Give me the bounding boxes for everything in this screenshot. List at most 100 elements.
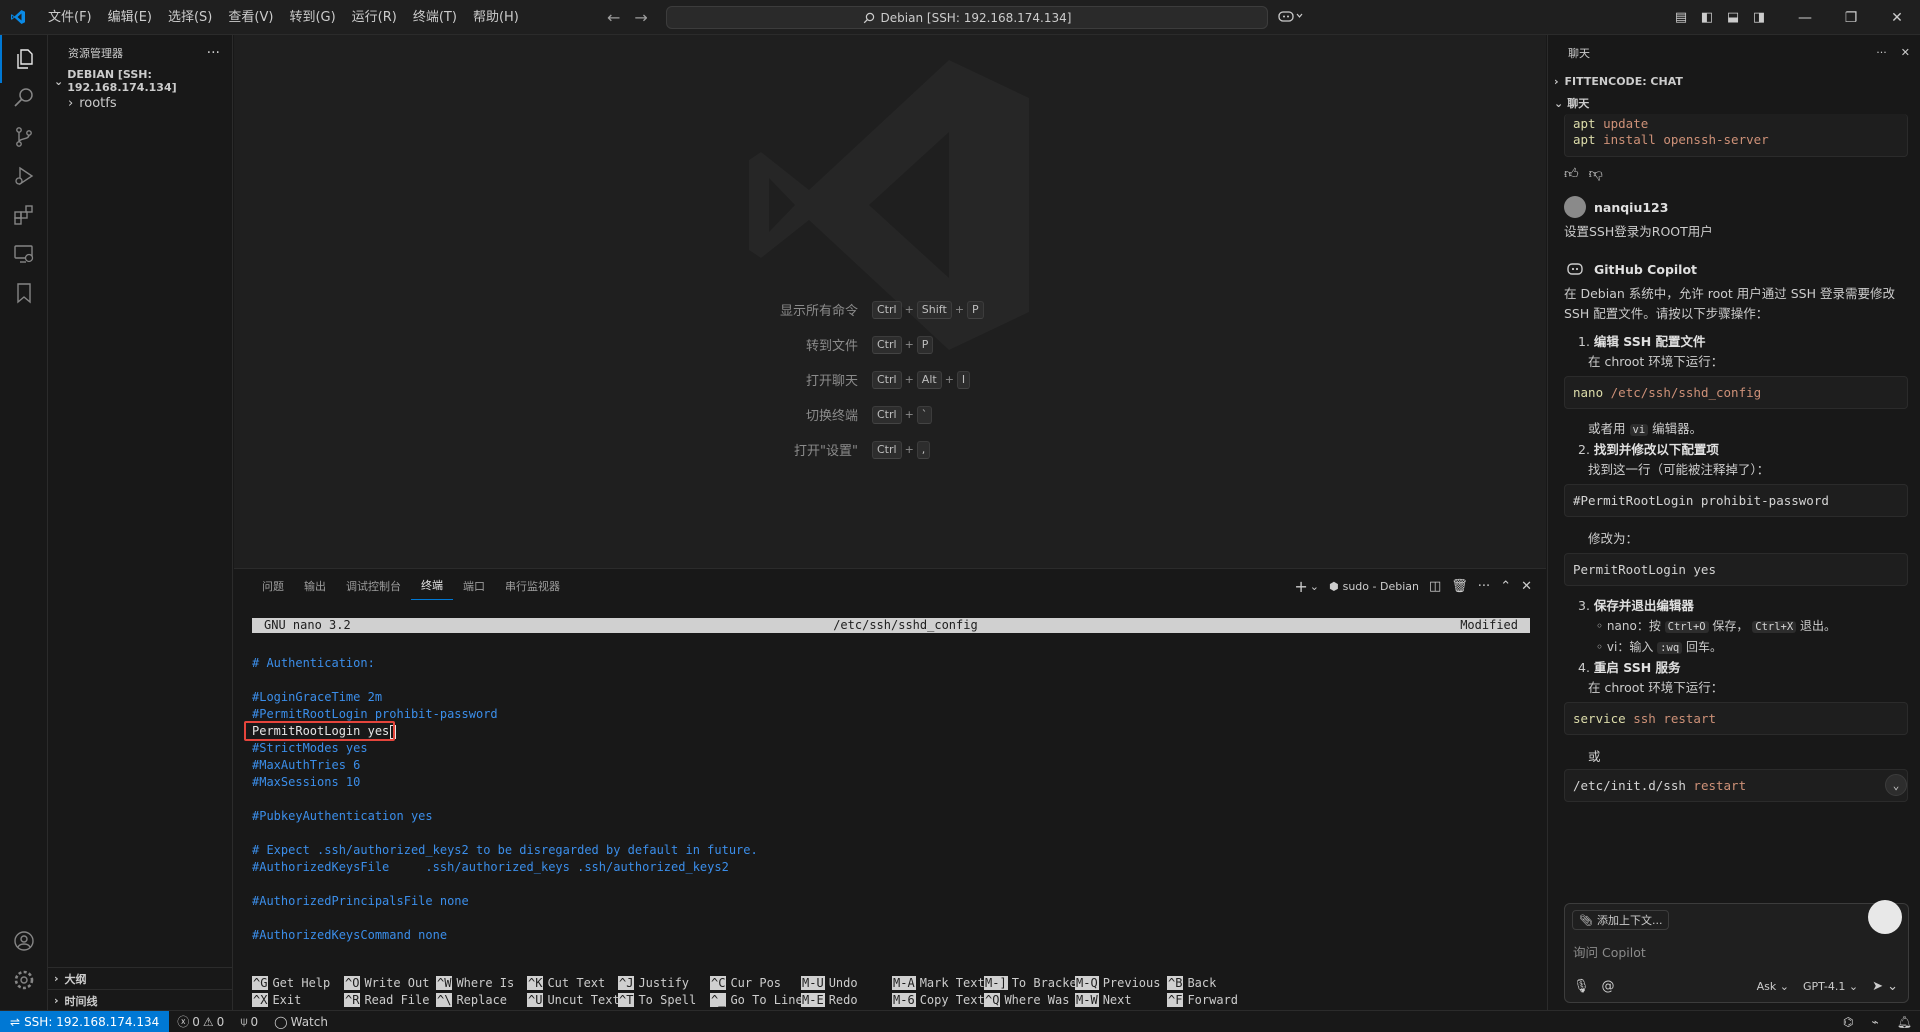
- bot-name: GitHub Copilot: [1594, 261, 1698, 277]
- nano-help-column: ^C Cur Pos ^_ Go To Line: [710, 975, 803, 1009]
- menu-selection[interactable]: 选择(S): [160, 0, 220, 35]
- close-window-icon[interactable]: ✕: [1874, 10, 1920, 26]
- workspace-root[interactable]: ⌄ DEBIAN [SSH: 192.168.174.134]: [48, 68, 232, 94]
- mention-icon[interactable]: @: [1602, 979, 1615, 994]
- nano-shortcut: ^T To Spell: [618, 992, 696, 1009]
- customize-layout-icon[interactable]: ▤: [1668, 10, 1694, 25]
- outline-section[interactable]: › 大纲: [48, 967, 233, 989]
- more-actions-icon[interactable]: ···: [1876, 46, 1887, 59]
- nano-key: ^Q: [984, 993, 1001, 1007]
- scroll-down-icon[interactable]: ⌄: [1885, 774, 1907, 796]
- bell-icon[interactable]: 🔔︎: [1897, 1015, 1912, 1029]
- timeline-section[interactable]: › 时间线: [48, 989, 233, 1011]
- toggle-secondary-sidebar-icon[interactable]: ◨: [1746, 10, 1772, 25]
- mode-picker[interactable]: Ask ⌄: [1757, 980, 1789, 993]
- watch-indicator[interactable]: ◯ Watch: [266, 1015, 336, 1029]
- thumbs-up-icon[interactable]: 👍︎: [1564, 165, 1579, 182]
- avatar: [1564, 196, 1586, 218]
- more-actions-icon[interactable]: ···: [1478, 579, 1490, 594]
- new-terminal-icon[interactable]: +: [1294, 577, 1307, 596]
- broadcast-icon[interactable]: ⌁: [1872, 1015, 1879, 1029]
- shortcut-open-settings: 打开"设置" Ctrl + ,: [234, 440, 1546, 459]
- forward-arrow-icon[interactable]: →: [634, 8, 647, 27]
- model-picker[interactable]: GPT-4.1 ⌄: [1803, 980, 1858, 993]
- code-block: apt update apt install openssh-server: [1564, 114, 1908, 157]
- workspace-root-label: DEBIAN [SSH: 192.168.174.134]: [67, 68, 177, 94]
- step-2: 2. 找到并修改以下配置项 找到这一行（可能被注释掉了）：: [1564, 440, 1908, 480]
- menu-run[interactable]: 运行(R): [344, 0, 405, 35]
- tree-item-rootfs[interactable]: › rootfs: [48, 92, 232, 114]
- problems-indicator[interactable]: ⓧ 0 ⚠ 0: [169, 1013, 232, 1030]
- fittencode-section[interactable]: › FITTENCODE: CHAT: [1548, 70, 1920, 92]
- menu-view[interactable]: 查看(V): [220, 0, 281, 35]
- nano-action: Get Help: [272, 976, 331, 990]
- add-context-button[interactable]: 📎︎ 添加上下文...: [1572, 910, 1670, 930]
- inline-code: Ctrl+X: [1752, 621, 1797, 633]
- nano-key: ^G: [252, 976, 269, 990]
- inline-code: vi: [1629, 424, 1649, 436]
- ports-indicator[interactable]: ⍦ 0: [232, 1014, 266, 1029]
- tab-serial-monitor[interactable]: 串行监视器: [495, 569, 570, 604]
- tab-debug-console[interactable]: 调试控制台: [336, 569, 411, 604]
- back-arrow-icon[interactable]: ←: [607, 8, 620, 27]
- inline-code: :wq: [1657, 642, 1683, 654]
- menu-help[interactable]: 帮助(H): [465, 0, 527, 35]
- chat-messages: apt update apt install openssh-server 👍︎…: [1564, 114, 1908, 802]
- menu-edit[interactable]: 编辑(E): [100, 0, 160, 35]
- menu-go[interactable]: 转到(G): [281, 0, 343, 35]
- nano-shortcut: ^K Cut Text: [527, 975, 620, 992]
- nano-key: ^\: [436, 993, 453, 1007]
- error-icon: ⓧ: [177, 1015, 190, 1029]
- remote-indicator[interactable]: ⇌ SSH: 192.168.174.134: [0, 1010, 170, 1032]
- nano-action: Where Is: [456, 976, 515, 990]
- terminal-icon: ⬢: [1328, 580, 1339, 593]
- nano-shortcut: M-6 Copy Text: [892, 992, 985, 1009]
- menu-terminal[interactable]: 终端(T): [405, 0, 465, 35]
- nano-status: Modified: [1460, 618, 1518, 632]
- thumbs-down-icon[interactable]: 👎︎: [1589, 165, 1603, 182]
- tab-ports[interactable]: 端口: [453, 569, 495, 604]
- maximize-panel-icon[interactable]: ⌃: [1500, 579, 1511, 594]
- code-block: /etc/init.d/ssh restart ⌄: [1564, 769, 1908, 802]
- chat-input-box[interactable]: 📎︎ 添加上下文... 询问 Copilot 🎙︎ @ Ask ⌄ GPT-4.…: [1564, 900, 1909, 1003]
- step-title: 找到并修改以下配置项: [1593, 442, 1719, 457]
- bookmark-icon[interactable]: [0, 269, 48, 317]
- copilot-menu-icon[interactable]: [1278, 9, 1304, 27]
- more-actions-icon[interactable]: ···: [207, 45, 220, 61]
- nano-shortcut: M-A Mark Text: [892, 975, 985, 992]
- chevron-down-icon[interactable]: ⌄: [1310, 580, 1319, 593]
- chat-section[interactable]: ⌄ 聊天: [1548, 92, 1920, 114]
- send-icon[interactable]: ➤ ⌄: [1872, 979, 1898, 994]
- outline-label: 大纲: [64, 972, 87, 986]
- settings-gear-icon[interactable]: [0, 956, 48, 1004]
- step-sub: 在 chroot 环境下运行：: [1588, 680, 1724, 695]
- close-icon[interactable]: ✕: [1901, 46, 1910, 59]
- code-arg: update: [1603, 116, 1649, 131]
- split-terminal-icon[interactable]: ◫: [1429, 579, 1441, 594]
- close-panel-icon[interactable]: ✕: [1521, 579, 1532, 594]
- restore-icon[interactable]: ❐: [1828, 10, 1874, 26]
- toggle-primary-sidebar-icon[interactable]: ◧: [1694, 10, 1720, 25]
- microphone-icon[interactable]: 🎙︎: [1573, 979, 1590, 994]
- menu-file[interactable]: 文件(F): [40, 0, 100, 35]
- code-arg: restart: [1693, 778, 1747, 793]
- tab-output[interactable]: 输出: [294, 569, 336, 604]
- key-cap: P: [916, 335, 934, 354]
- terminal-view[interactable]: GNU nano 3.2 /etc/ssh/sshd_config Modifi…: [244, 618, 1530, 944]
- terminal-instance[interactable]: ⬢ sudo - Debian: [1329, 580, 1419, 593]
- terminal-line: #AuthorizedKeysFile .ssh/authorized_keys…: [252, 860, 729, 874]
- trash-icon[interactable]: 🗑: [1451, 579, 1468, 594]
- toggle-panel-icon[interactable]: ⬓: [1720, 10, 1746, 25]
- minimize-icon[interactable]: —: [1782, 10, 1828, 26]
- command-center[interactable]: Debian [SSH: 192.168.174.134]: [666, 6, 1268, 29]
- bot-intro: 在 Debian 系统中，允许 root 用户通过 SSH 登录需要修改 SSH…: [1564, 286, 1895, 321]
- tab-terminal[interactable]: 终端: [411, 573, 453, 600]
- title-bar: 文件(F) 编辑(E) 选择(S) 查看(V) 转到(G) 运行(R) 终端(T…: [0, 0, 1920, 35]
- ports-count: 0: [250, 1014, 259, 1029]
- copilot-status-icon[interactable]: ⌬: [1843, 1015, 1853, 1029]
- chat-input-placeholder[interactable]: 询问 Copilot: [1573, 942, 1646, 961]
- tab-problems[interactable]: 问题: [252, 569, 294, 604]
- chat-panel: 聊天 ··· ✕ › FITTENCODE: CHAT ⌄ 聊天 apt upd…: [1547, 35, 1920, 1010]
